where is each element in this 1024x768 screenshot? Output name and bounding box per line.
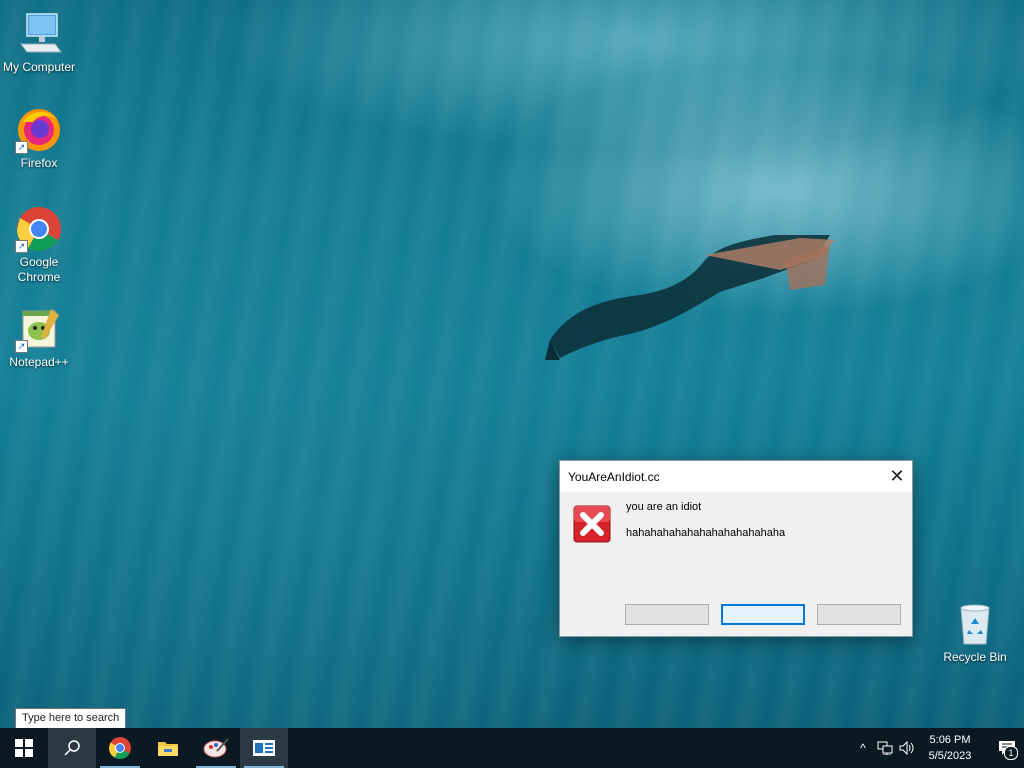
app-window-icon — [253, 740, 275, 756]
network-icon[interactable] — [874, 728, 896, 768]
shortcut-arrow-icon: ↗ — [15, 340, 28, 353]
desktop-icon-my-computer[interactable]: My Computer — [0, 10, 79, 75]
start-button[interactable] — [0, 728, 48, 768]
taskbar: ^ 5:06 PM 5/5/2023 1 — [0, 728, 1024, 768]
firefox-icon: ↗ — [15, 106, 63, 154]
desktop-icon-label: My Computer — [2, 60, 76, 74]
system-tray: ^ 5:06 PM 5/5/2023 1 — [852, 728, 1024, 768]
desktop-icon-recycle-bin[interactable]: Recycle Bin — [935, 600, 1015, 665]
notifications-icon[interactable]: 1 — [990, 728, 1024, 768]
clock-date: 5/5/2023 — [928, 750, 972, 762]
computer-icon — [15, 10, 63, 58]
chrome-icon: ↗ — [15, 205, 63, 253]
error-x-icon — [573, 505, 611, 543]
desktop-icon-firefox[interactable]: ↗ Firefox — [0, 106, 79, 171]
clock-time: 5:06 PM — [929, 734, 971, 746]
dialog-button-1[interactable] — [625, 604, 709, 625]
paint-icon — [203, 738, 229, 758]
file-explorer-icon — [158, 742, 178, 756]
dialog-button-3[interactable] — [817, 604, 901, 625]
notepadpp-icon: ↗ — [15, 305, 63, 353]
taskbar-paint[interactable] — [192, 728, 240, 768]
desktop-icon-label: Notepad++ — [9, 355, 69, 369]
dialog-titlebar[interactable]: YouAreAnIdiot.cc ✕ — [560, 461, 912, 492]
taskbar-chrome[interactable] — [96, 728, 144, 768]
desktop-icon-label: Recycle Bin — [943, 650, 1007, 664]
shortcut-arrow-icon: ↗ — [15, 141, 28, 154]
chrome-icon — [109, 737, 131, 759]
dialog-message-line2: hahahahahahahahahahahahaha — [626, 527, 786, 539]
chevron-up-icon[interactable]: ^ — [852, 728, 874, 768]
clock[interactable]: 5:06 PM 5/5/2023 — [918, 732, 982, 764]
dialog-button-2[interactable] — [721, 604, 805, 625]
search-tooltip: Type here to search — [15, 708, 127, 729]
taskbar-file-explorer[interactable] — [144, 728, 192, 768]
desktop-icon-label: Google Chrome — [17, 255, 61, 284]
wallpaper-diver — [545, 235, 835, 360]
desktop-icon-label: Firefox — [20, 156, 58, 170]
search-button[interactable] — [48, 728, 96, 768]
message-dialog[interactable]: YouAreAnIdiot.cc ✕ you are an idiot haha… — [559, 460, 913, 637]
dialog-title: YouAreAnIdiot.cc — [568, 469, 660, 484]
volume-icon[interactable] — [896, 728, 918, 768]
dialog-message-line1: you are an idiot — [626, 501, 702, 513]
search-icon — [64, 740, 80, 756]
desktop-icon-chrome[interactable]: ↗ Google Chrome — [0, 205, 79, 285]
recycle-bin-icon — [951, 600, 999, 648]
desktop-icon-notepadpp[interactable]: ↗ Notepad++ — [0, 305, 79, 370]
start-icon — [15, 739, 33, 757]
close-icon[interactable]: ✕ — [882, 461, 912, 492]
taskbar-app-window[interactable] — [240, 728, 288, 768]
notification-count-badge: 1 — [1004, 746, 1018, 760]
shortcut-arrow-icon: ↗ — [15, 240, 28, 253]
